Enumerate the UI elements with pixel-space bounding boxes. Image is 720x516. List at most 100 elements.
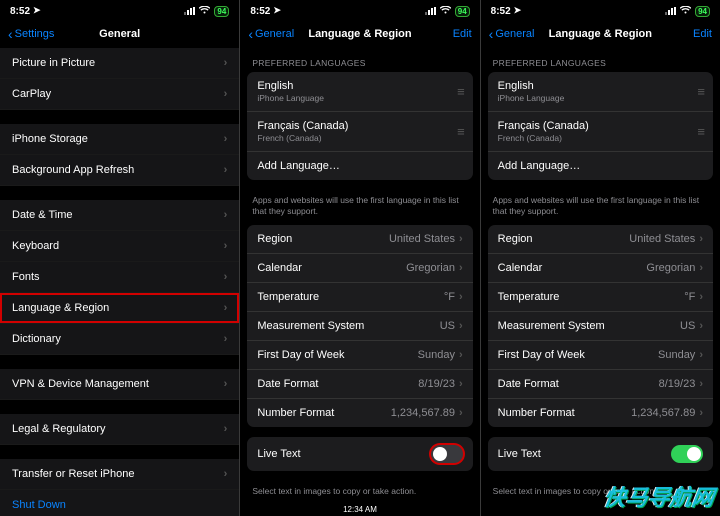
- chevron-right-icon: ›: [224, 423, 228, 435]
- chevron-right-icon: ›: [224, 271, 228, 283]
- row-number-format[interactable]: Number Format 1,234,567.89›: [247, 398, 472, 427]
- back-button[interactable]: ‹ Settings: [8, 27, 54, 41]
- chevron-right-icon: ›: [224, 333, 228, 345]
- chevron-right-icon: ›: [224, 164, 228, 176]
- status-bar: 8:52 ➤ 94: [240, 0, 479, 20]
- chevron-right-icon: ›: [459, 233, 463, 245]
- chevron-right-icon: ›: [699, 407, 703, 419]
- drag-handle-icon[interactable]: ≡: [457, 125, 463, 138]
- nav-header: ‹ General Language & Region Edit: [240, 20, 479, 48]
- cell-signal-icon: [665, 7, 676, 15]
- chevron-right-icon: ›: [459, 407, 463, 419]
- row-carplay[interactable]: CarPlay ›: [0, 79, 239, 110]
- nav-header: ‹ General Language & Region Edit: [481, 20, 720, 48]
- language-row-english[interactable]: English iPhone Language ≡: [247, 72, 472, 111]
- row-language-region[interactable]: Language & Region ›: [0, 293, 239, 324]
- row-keyboard[interactable]: Keyboard ›: [0, 231, 239, 262]
- row-live-text[interactable]: Live Text: [488, 437, 713, 471]
- location-icon: ➤: [33, 5, 41, 16]
- row-dictionary[interactable]: Dictionary ›: [0, 324, 239, 355]
- row-first-day-of-week[interactable]: First Day of Week Sunday›: [488, 340, 713, 369]
- bottom-time: 12:34 AM: [240, 503, 479, 516]
- row-date-time[interactable]: Date & Time ›: [0, 200, 239, 231]
- row-calendar[interactable]: Calendar Gregorian›: [488, 253, 713, 282]
- row-fonts[interactable]: Fonts ›: [0, 262, 239, 293]
- row-temperature[interactable]: Temperature °F›: [247, 282, 472, 311]
- status-time: 8:52: [250, 6, 270, 17]
- row-number-format[interactable]: Number Format 1,234,567.89›: [488, 398, 713, 427]
- edit-button[interactable]: Edit: [453, 28, 472, 40]
- row-calendar[interactable]: Calendar Gregorian›: [247, 253, 472, 282]
- languages-footer: Apps and websites will use the first lan…: [481, 190, 720, 225]
- row-live-text[interactable]: Live Text: [247, 437, 472, 471]
- row-shut-down[interactable]: Shut Down: [0, 490, 239, 516]
- edit-button[interactable]: Edit: [693, 28, 712, 40]
- preferred-languages-header: PREFERRED LANGUAGES: [240, 48, 479, 72]
- status-time: 8:52: [491, 6, 511, 17]
- wifi-icon: [680, 6, 691, 16]
- chevron-right-icon: ›: [699, 291, 703, 303]
- row-iphone-storage[interactable]: iPhone Storage ›: [0, 124, 239, 155]
- battery-icon: 94: [455, 6, 470, 17]
- chevron-right-icon: ›: [699, 320, 703, 332]
- languages-footer: Apps and websites will use the first lan…: [240, 190, 479, 225]
- language-row-french[interactable]: Français (Canada) French (Canada) ≡: [488, 111, 713, 151]
- chevron-right-icon: ›: [224, 240, 228, 252]
- row-measurement-system[interactable]: Measurement System US›: [488, 311, 713, 340]
- row-picture-in-picture[interactable]: Picture in Picture ›: [0, 48, 239, 79]
- status-bar: 8:52 ➤ 94: [481, 0, 720, 20]
- drag-handle-icon[interactable]: ≡: [457, 85, 463, 98]
- row-temperature[interactable]: Temperature °F›: [488, 282, 713, 311]
- chevron-right-icon: ›: [459, 291, 463, 303]
- chevron-right-icon: ›: [224, 88, 228, 100]
- row-first-day-of-week[interactable]: First Day of Week Sunday›: [247, 340, 472, 369]
- language-region-content: PREFERRED LANGUAGES English iPhone Langu…: [240, 48, 479, 503]
- screen-language-region-off: 8:52 ➤ 94 ‹ General Language & Region Ed…: [240, 0, 479, 516]
- back-label: General: [255, 28, 294, 40]
- chevron-right-icon: ›: [699, 349, 703, 361]
- battery-icon: 94: [695, 6, 710, 17]
- row-date-format[interactable]: Date Format 8/19/23›: [488, 369, 713, 398]
- back-button[interactable]: ‹ General: [248, 27, 294, 41]
- back-button[interactable]: ‹ General: [489, 27, 535, 41]
- chevron-right-icon: ›: [699, 233, 703, 245]
- location-icon: ➤: [514, 5, 522, 16]
- chevron-right-icon: ›: [224, 468, 228, 480]
- row-measurement-system[interactable]: Measurement System US›: [247, 311, 472, 340]
- language-region-content: PREFERRED LANGUAGES English iPhone Langu…: [481, 48, 720, 516]
- row-vpn-device-management[interactable]: VPN & Device Management ›: [0, 369, 239, 400]
- battery-icon: 94: [214, 6, 229, 17]
- status-bar: 8:52 ➤ 94: [0, 0, 239, 20]
- language-row-english[interactable]: English iPhone Language ≡: [488, 72, 713, 111]
- chevron-right-icon: ›: [699, 262, 703, 274]
- language-row-french[interactable]: Français (Canada) French (Canada) ≡: [247, 111, 472, 151]
- chevron-right-icon: ›: [224, 378, 228, 390]
- row-legal-regulatory[interactable]: Legal & Regulatory ›: [0, 414, 239, 445]
- drag-handle-icon[interactable]: ≡: [697, 85, 703, 98]
- chevron-left-icon: ‹: [8, 27, 13, 41]
- row-region[interactable]: Region United States›: [247, 225, 472, 253]
- row-transfer-reset[interactable]: Transfer or Reset iPhone ›: [0, 459, 239, 490]
- chevron-left-icon: ‹: [248, 27, 253, 41]
- back-label: General: [495, 28, 534, 40]
- status-time: 8:52: [10, 6, 30, 17]
- live-text-toggle[interactable]: [431, 445, 463, 463]
- chevron-right-icon: ›: [459, 320, 463, 332]
- screen-language-region-on: 8:52 ➤ 94 ‹ General Language & Region Ed…: [481, 0, 720, 516]
- row-background-app-refresh[interactable]: Background App Refresh ›: [0, 155, 239, 186]
- row-region[interactable]: Region United States›: [488, 225, 713, 253]
- chevron-right-icon: ›: [459, 378, 463, 390]
- chevron-right-icon: ›: [459, 262, 463, 274]
- chevron-right-icon: ›: [699, 378, 703, 390]
- row-date-format[interactable]: Date Format 8/19/23›: [247, 369, 472, 398]
- drag-handle-icon[interactable]: ≡: [697, 125, 703, 138]
- chevron-right-icon: ›: [224, 302, 228, 314]
- wifi-icon: [440, 6, 451, 16]
- live-text-footer: Select text in images to copy or take ac…: [240, 481, 479, 503]
- add-language-row[interactable]: Add Language…: [247, 151, 472, 180]
- back-label: Settings: [15, 28, 55, 40]
- add-language-row[interactable]: Add Language…: [488, 151, 713, 180]
- wifi-icon: [199, 6, 210, 16]
- live-text-toggle[interactable]: [671, 445, 703, 463]
- chevron-right-icon: ›: [459, 349, 463, 361]
